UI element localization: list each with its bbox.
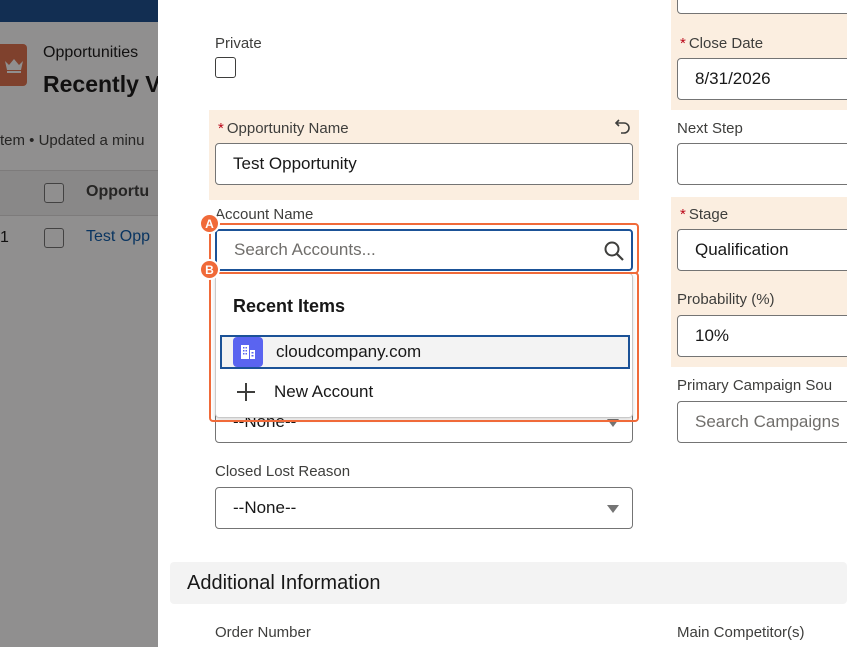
- close-date-label: * Close Date: [680, 35, 763, 52]
- primary-campaign-placeholder: Search Campaigns: [695, 412, 840, 431]
- close-date-label-text: Close Date: [688, 35, 764, 52]
- annotation-box-b: [209, 272, 639, 422]
- closed-lost-reason-value: --None--: [233, 498, 297, 517]
- close-date-input[interactable]: 8/31/2026: [677, 58, 847, 100]
- required-mark: *: [218, 120, 224, 137]
- annotation-badge-b: B: [199, 259, 220, 280]
- opportunity-name-label: * Opportunity Name: [218, 120, 349, 137]
- annotation-badge-a: A: [199, 213, 220, 234]
- probability-label: Probability (%): [677, 291, 775, 308]
- probability-input[interactable]: 10%: [677, 315, 847, 357]
- top-field-input[interactable]: [677, 0, 847, 14]
- required-mark: *: [680, 35, 686, 52]
- section-title: Additional Information: [187, 572, 381, 594]
- primary-campaign-label: Primary Campaign Sou: [677, 377, 833, 394]
- main-competitor-label: Main Competitor(s): [677, 624, 805, 641]
- closed-lost-reason-label: Closed Lost Reason: [215, 463, 351, 480]
- next-step-label: Next Step: [677, 120, 743, 137]
- undo-icon[interactable]: [613, 116, 633, 141]
- section-additional-information[interactable]: Additional Information: [170, 562, 847, 604]
- required-mark: *: [680, 206, 686, 223]
- annotation-box-a: [209, 223, 639, 274]
- opportunity-name-label-text: Opportunity Name: [226, 120, 349, 137]
- next-step-input[interactable]: [677, 143, 847, 185]
- stage-label: * Stage: [680, 206, 728, 223]
- private-checkbox[interactable]: [215, 57, 236, 78]
- closed-lost-reason-select[interactable]: --None--: [215, 487, 633, 529]
- stage-label-text: Stage: [688, 206, 729, 223]
- chevron-down-icon: [607, 505, 619, 513]
- account-name-label: Account Name: [215, 206, 314, 223]
- private-label: Private: [215, 35, 262, 52]
- primary-campaign-input[interactable]: Search Campaigns: [677, 401, 847, 443]
- order-number-label: Order Number: [215, 624, 311, 641]
- stage-select[interactable]: Qualification: [677, 229, 847, 271]
- opportunity-name-input[interactable]: Test Opportunity: [215, 143, 633, 185]
